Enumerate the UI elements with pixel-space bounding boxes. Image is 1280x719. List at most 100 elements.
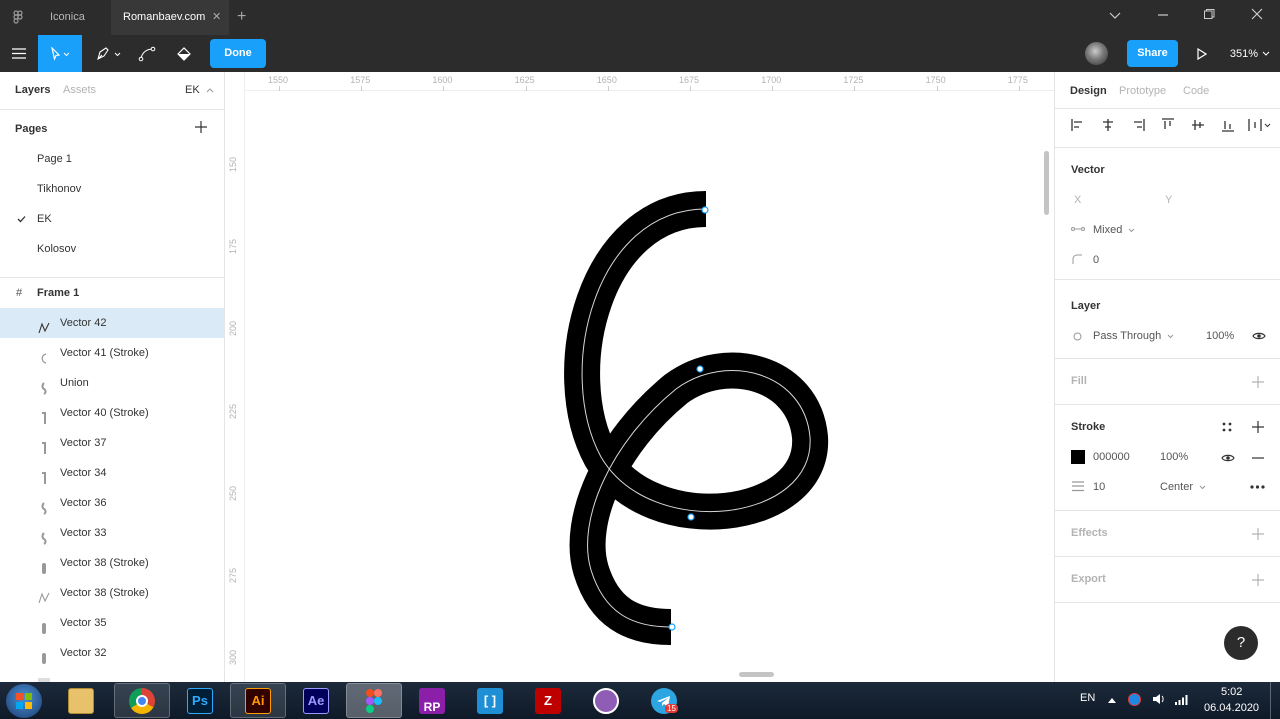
present-play-icon[interactable]	[1190, 35, 1214, 72]
canvas[interactable]: 1550 1575 1600 1625 1650 1675 1700 1725 1750 1775…	[226, 72, 1054, 682]
taskbar-after-effects[interactable]: Ae	[288, 683, 344, 718]
page-label: Page 1	[37, 153, 72, 165]
taskbar-explorer[interactable]	[53, 683, 109, 718]
close-icon[interactable]	[1234, 0, 1280, 35]
taskbar-illustrator[interactable]: Ai	[230, 683, 286, 718]
constraint-dropdown[interactable]: Mixed	[1093, 224, 1135, 236]
more-options-icon[interactable]	[1250, 485, 1265, 489]
taskbar-axure[interactable]: RP	[404, 683, 460, 718]
add-fill-icon[interactable]	[1252, 376, 1264, 388]
remove-stroke-icon[interactable]	[1252, 457, 1264, 459]
volume-icon[interactable]	[1152, 692, 1166, 709]
eye-icon[interactable]	[1221, 453, 1235, 463]
taskbar-chrome[interactable]	[114, 683, 170, 718]
y-label[interactable]: Y	[1165, 194, 1172, 206]
vector-anchor-points[interactable]	[668, 206, 709, 631]
layer-frame[interactable]: # Frame 1	[0, 278, 224, 308]
layer-item[interactable]: Vector 32	[0, 638, 224, 668]
page-item[interactable]: Tikhonov	[0, 174, 224, 204]
tab-design[interactable]: Design	[1070, 85, 1107, 97]
add-stroke-icon[interactable]	[1252, 421, 1264, 433]
page-item-active[interactable]: EK	[0, 204, 224, 234]
avatar[interactable]	[1085, 42, 1108, 65]
close-tab-icon[interactable]: ✕	[212, 0, 221, 35]
align-right-icon[interactable]	[1131, 118, 1145, 132]
align-vertical-center-icon[interactable]	[1191, 118, 1205, 132]
stroke-opacity[interactable]: 100%	[1160, 451, 1188, 463]
main-menu-icon[interactable]	[0, 35, 37, 72]
layer-item[interactable]: Vector 40 (Stroke)	[0, 398, 224, 428]
stroke-color-value[interactable]: 000000	[1093, 451, 1130, 463]
zoom-level[interactable]: 351%	[1224, 35, 1276, 72]
taskbar-brackets[interactable]: [ ]	[462, 683, 518, 718]
stroke-styles-icon[interactable]	[1222, 422, 1232, 432]
taskbar-telegram[interactable]: 15	[636, 683, 692, 718]
layer-item[interactable]: Vector 37	[0, 428, 224, 458]
paint-bucket-icon[interactable]	[170, 35, 198, 72]
layer-item[interactable]: Vector 38 (Stroke)	[0, 548, 224, 578]
layer-opacity[interactable]: 100%	[1206, 330, 1234, 342]
minimize-icon[interactable]	[1140, 0, 1186, 35]
show-desktop-button[interactable]	[1270, 682, 1280, 719]
move-tool-button[interactable]	[38, 35, 82, 72]
layer-item[interactable]: Vector 42	[0, 308, 224, 338]
pen-tool-button[interactable]	[88, 35, 128, 72]
effects-title: Effects	[1071, 527, 1108, 539]
figma-logo-icon[interactable]	[10, 10, 26, 26]
clock-date[interactable]: 06.04.2020	[1204, 702, 1259, 714]
stroke-weight-value[interactable]: 10	[1093, 481, 1105, 493]
vertical-scrollbar[interactable]	[1044, 151, 1049, 215]
tray-expand-icon[interactable]	[1108, 694, 1116, 706]
layer-item[interactable]: Vector 34	[0, 458, 224, 488]
chevron-down-icon[interactable]	[1092, 0, 1138, 35]
restore-icon[interactable]	[1186, 0, 1232, 35]
start-button[interactable]	[6, 684, 42, 718]
page-item[interactable]: Kolosov	[0, 234, 224, 264]
network-icon[interactable]	[1174, 692, 1188, 709]
eye-icon[interactable]	[1252, 331, 1266, 341]
help-button[interactable]: ?	[1224, 626, 1258, 660]
vector-drawing[interactable]	[226, 72, 1054, 682]
align-horizontal-center-icon[interactable]	[1101, 118, 1115, 132]
add-effect-icon[interactable]	[1252, 528, 1264, 540]
stroke-color-swatch[interactable]	[1071, 450, 1085, 464]
distribute-icon[interactable]	[1248, 118, 1272, 132]
align-top-icon[interactable]	[1161, 118, 1175, 132]
clock-time[interactable]: 5:02	[1221, 686, 1242, 698]
align-left-icon[interactable]	[1071, 118, 1085, 132]
page-selector[interactable]: EK	[185, 84, 214, 96]
layer-item[interactable]: Vector 36	[0, 488, 224, 518]
x-label[interactable]: X	[1074, 194, 1081, 206]
taskbar-filezilla[interactable]: Z	[520, 683, 576, 718]
layer-item[interactable]: Vector 35	[0, 608, 224, 638]
tab-code[interactable]: Code	[1183, 85, 1209, 97]
tab-layers[interactable]: Layers	[15, 84, 50, 96]
page-item[interactable]: Page 1	[0, 144, 224, 174]
add-export-icon[interactable]	[1252, 574, 1264, 586]
stroke-align-dropdown[interactable]: Center	[1160, 481, 1206, 493]
horizontal-scrollbar[interactable]	[739, 672, 774, 677]
corner-radius-value[interactable]: 0	[1093, 254, 1099, 266]
share-button[interactable]: Share	[1127, 40, 1178, 67]
bend-tool-button[interactable]	[133, 35, 161, 72]
layer-item[interactable]: Vector 41 (Stroke)	[0, 338, 224, 368]
tab-iconica[interactable]: Iconica	[37, 0, 111, 35]
done-button[interactable]: Done	[210, 39, 266, 68]
language-indicator[interactable]: EN	[1080, 692, 1095, 704]
blend-mode-dropdown[interactable]: Pass Through	[1093, 330, 1174, 342]
align-bottom-icon[interactable]	[1221, 118, 1235, 132]
pages-title: Pages	[15, 123, 48, 135]
tray-app-icon[interactable]	[1128, 693, 1141, 706]
add-page-icon[interactable]	[195, 121, 207, 136]
layer-item[interactable]: Union	[0, 368, 224, 398]
taskbar-github[interactable]	[578, 683, 634, 718]
taskbar-figma[interactable]	[346, 683, 402, 718]
new-tab-icon[interactable]: +	[237, 8, 246, 26]
layer-item[interactable]: Vector 38 (Stroke)	[0, 578, 224, 608]
vector-section: Vector X Y Mixed 0	[1055, 148, 1280, 280]
tab-assets[interactable]: Assets	[63, 84, 96, 96]
taskbar-photoshop[interactable]: Ps	[172, 683, 228, 718]
layer-item[interactable]: Vector 33	[0, 518, 224, 548]
tab-romanbaev[interactable]: Romanbaev.com ✕	[111, 0, 229, 35]
tab-prototype[interactable]: Prototype	[1119, 85, 1166, 97]
